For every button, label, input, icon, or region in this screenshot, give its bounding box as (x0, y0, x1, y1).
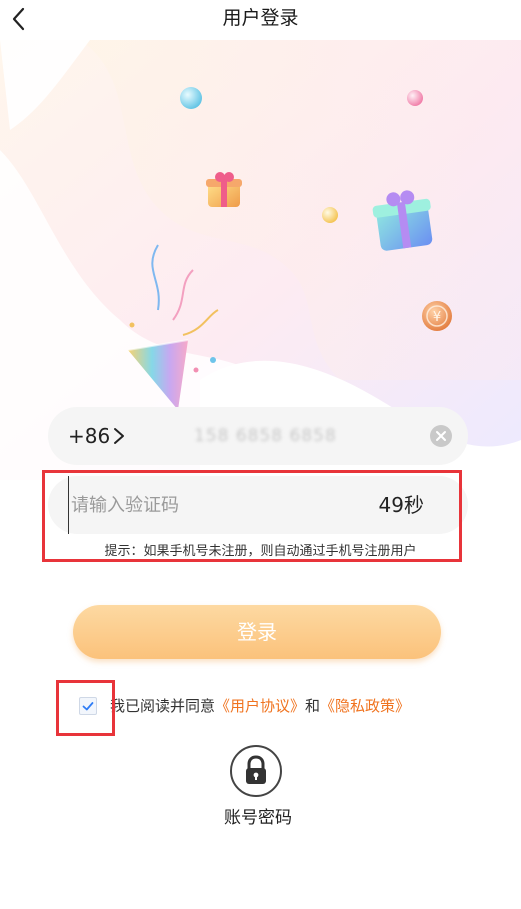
clear-phone-button[interactable] (430, 425, 452, 447)
agreement-prefix: 我已阅读并同意 (110, 697, 216, 715)
svg-text:¥: ¥ (433, 310, 441, 325)
user-agreement-link[interactable]: 《用户协议》 (215, 697, 305, 715)
register-hint: 提示：如果手机号未注册，则自动通过手机号注册用户 (104, 544, 417, 559)
verification-code-input[interactable] (68, 476, 348, 534)
password-login-label: 账号密码 (224, 808, 292, 828)
verification-code-field: 49秒 (48, 476, 468, 534)
phone-number-input[interactable]: 158 6858 6858 (194, 407, 337, 465)
balloon-icon (322, 207, 338, 223)
privacy-policy-link[interactable]: 《隐私政策》 (320, 697, 410, 715)
page-title: 用户登录 (222, 7, 299, 29)
resend-countdown[interactable]: 49秒 (379, 476, 424, 534)
header-bar: 用户登录 (0, 0, 521, 40)
checkmark-icon[interactable] (80, 698, 96, 714)
lock-circle[interactable] (230, 745, 282, 797)
agreement-text: 我已阅读并同意《用户协议》和《隐私政策》 (110, 694, 410, 718)
login-button[interactable]: 登录 (73, 605, 441, 659)
balloon-icon (407, 90, 423, 106)
lock-icon[interactable] (232, 747, 280, 795)
agreement-and: 和 (305, 697, 321, 715)
chevron-right-icon[interactable] (112, 426, 126, 446)
clear-circle-icon[interactable] (430, 425, 452, 447)
country-code-selector[interactable]: +86 (68, 407, 110, 465)
phone-field[interactable]: +86 158 6858 6858 (48, 407, 468, 465)
agreement-checkbox[interactable] (79, 697, 97, 715)
password-login-button[interactable]: 账号密码 (216, 744, 300, 834)
login-page: 用户登录 ¥ +86 158 6858 6858 请输入验证码 49秒 提示：如… (0, 0, 521, 909)
balloon-icon (180, 87, 202, 109)
coin-icon: ¥ (422, 301, 452, 331)
